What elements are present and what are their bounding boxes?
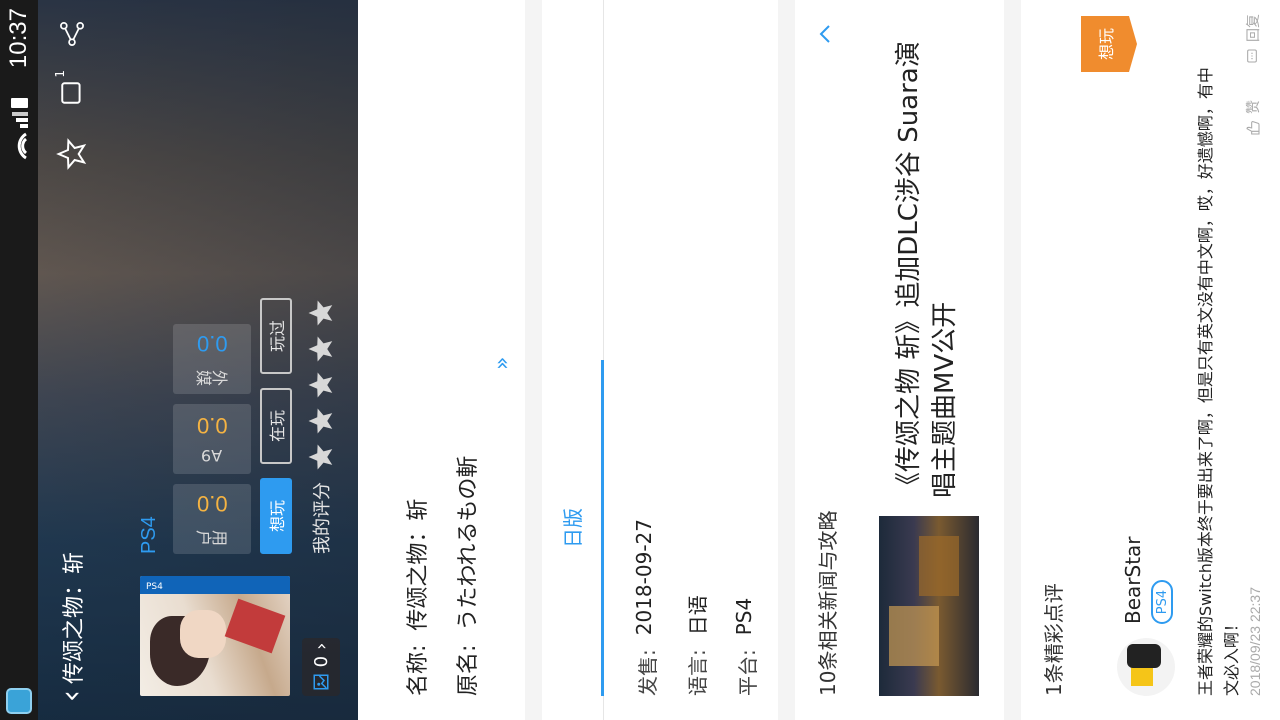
played-button[interactable]: 玩过 (260, 298, 292, 374)
star-icon[interactable] (306, 334, 336, 364)
playing-button[interactable]: 在玩 (260, 388, 292, 464)
a9-score: A9 0.0 (173, 404, 251, 474)
rating-stars[interactable] (306, 298, 336, 472)
image-icon (313, 674, 329, 690)
my-rating: 我的评分 (306, 298, 336, 554)
reviews-section-header: 1条精彩点评 (1021, 0, 1081, 720)
share-icon[interactable] (58, 20, 86, 48)
game-cover[interactable]: PS4 (140, 576, 290, 696)
original-name-row: 原名: うたわれるもの斬 (450, 456, 482, 696)
star-icon[interactable] (306, 442, 336, 472)
play-status-buttons: 想玩 在玩 玩过 (260, 298, 292, 554)
status-badge: 想玩 (1081, 16, 1129, 72)
expand-chevron-icon[interactable]: » (490, 357, 515, 370)
review-body: 王者荣耀的Switch版本终于要出来了啊，但是只有英文没有中文啊，哎，好遗憾啊，… (1196, 67, 1241, 696)
game-header: ‹ 传颂之物：斩 1 PS4 0 › PS4 用户 0.0 A9 0.0 外媒 … (38, 0, 358, 720)
name-row: 名称: 传颂之物：斩 (400, 499, 432, 696)
comment-icon (61, 82, 81, 104)
star-icon[interactable] (306, 298, 336, 328)
language-row: 语言: 日语 (682, 595, 711, 696)
name-value: 传颂之物：斩 (406, 498, 431, 631)
want-to-play-button[interactable]: 想玩 (260, 478, 292, 554)
star-icon[interactable] (306, 370, 336, 400)
comment-count[interactable]: 1 (53, 70, 85, 106)
media-score: 外媒 0.0 (173, 324, 251, 394)
reply-button[interactable]: 回复 (1243, 14, 1263, 64)
tab-jp-version[interactable]: 日版 (542, 360, 604, 696)
name-label: 名称: (406, 644, 431, 696)
version-tabs: 日版 (542, 0, 604, 720)
reviews-section-title: 1条精彩点评 (1042, 583, 1066, 696)
original-name-value: うたわれるもの斬 (456, 455, 481, 631)
news-section-header[interactable]: 10条相关新闻与攻略 (795, 0, 855, 720)
back-button[interactable]: ‹ 传颂之物：斩 (54, 551, 89, 702)
clock: 10:37 (5, 8, 32, 69)
app-screen: 10:37 ‹ 传颂之物：斩 1 PS4 0 › PS4 用户 0.0 A9 0… (0, 0, 1280, 720)
user-score: 用户 0.0 (173, 484, 251, 554)
news-section-title: 10条相关新闻与攻略 (816, 510, 840, 696)
review-username[interactable]: BearStar (1121, 536, 1145, 624)
review-timestamp: 2018/09/23 22:37 (1247, 587, 1263, 696)
news-item[interactable]: 《传颂之物 斩》追加DLC涉谷 Suara演唱主题曲MV公开 (855, 0, 1004, 720)
release-row: 发售: 2018-09-27 (632, 519, 660, 696)
chevron-up-icon[interactable] (813, 22, 837, 46)
status-bar: 10:37 (0, 0, 38, 720)
chevron-right-icon: › (310, 642, 332, 650)
platform-label: PS4 (138, 516, 160, 554)
game-info-card: 名称: 传颂之物：斩 原名: うたわれるもの斬 » (358, 0, 525, 720)
news-title: 《传颂之物 斩》追加DLC涉谷 Suara演唱主题曲MV公开 (894, 41, 960, 498)
review-platform-tag: PS4 (1151, 580, 1173, 624)
star-icon[interactable] (306, 406, 336, 436)
app-notification-icon (6, 688, 32, 714)
original-name-label: 原名: (456, 644, 481, 696)
header-actions: 1 (53, 20, 88, 170)
version-card: 日版 发售: 2018-09-27 语言: 日语 平台: PS4 (542, 0, 778, 720)
my-rating-label: 我的评分 (312, 482, 333, 554)
signal-battery-icons (11, 98, 28, 160)
platform-row: 平台: PS4 (732, 597, 760, 696)
avatar[interactable] (1117, 638, 1175, 696)
page-title: 传颂之物：斩 (62, 551, 87, 684)
review-actions: 赞 回复 (1243, 14, 1263, 310)
image-gallery-button[interactable]: 0 › (302, 638, 340, 696)
news-thumbnail (879, 516, 979, 696)
thumbs-up-icon (1246, 121, 1260, 135)
star-outline-icon[interactable] (56, 138, 88, 170)
language-value: 日语 (686, 595, 710, 636)
platform-value: PS4 (732, 597, 756, 636)
score-panel: 用户 0.0 A9 0.0 外媒 0.0 (173, 324, 251, 554)
like-button[interactable]: 赞 (1243, 100, 1263, 136)
chevron-left-icon: ‹ (54, 690, 89, 702)
release-date: 2018-09-27 (632, 519, 656, 636)
review-item[interactable]: BearStar PS4 想玩 王者荣耀的Switch版本终于要出来了啊，但是只… (1081, 0, 1280, 720)
reply-icon (1247, 49, 1257, 63)
